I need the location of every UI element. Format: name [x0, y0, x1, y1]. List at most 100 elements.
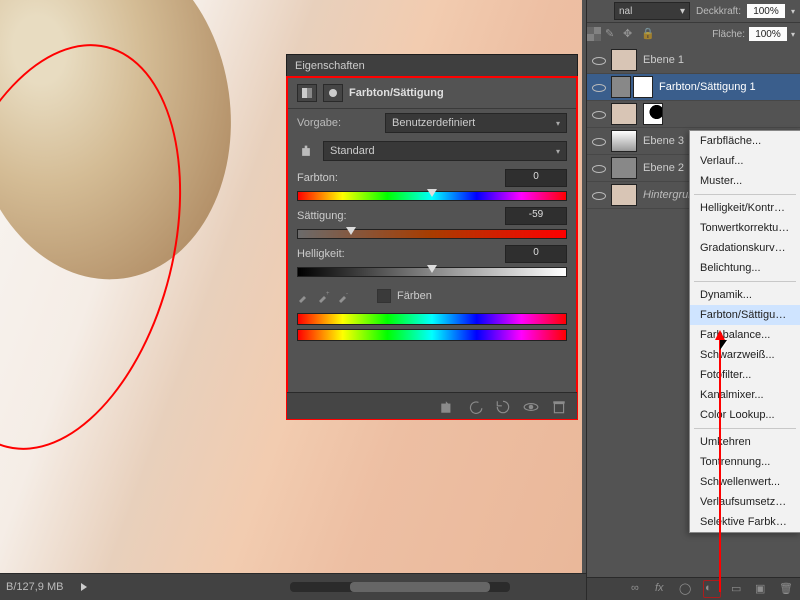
lock-move-icon[interactable]: ✥ — [623, 27, 637, 41]
properties-panel: Eigenschaften Farbton/Sättigung Vorgabe:… — [286, 54, 578, 420]
hue-slider[interactable] — [297, 191, 567, 203]
chevron-down-icon: ▾ — [680, 6, 685, 17]
trash-icon[interactable]: 🗑 — [779, 582, 793, 596]
adjustment-icon[interactable] — [297, 84, 317, 102]
adjustment-title: Farbton/Sättigung — [349, 87, 444, 99]
preset-dropdown[interactable]: Benutzerdefiniert ▾ — [385, 113, 567, 133]
eyedropper-plus-icon[interactable]: + — [317, 289, 331, 303]
layer-row[interactable]: Farbton/Sättigung 1 — [587, 74, 800, 101]
menu-item[interactable]: Dynamik... — [690, 285, 800, 305]
menu-item[interactable]: Tonwertkorrektur... — [690, 218, 800, 238]
menu-item[interactable]: Gradationskurven... — [690, 238, 800, 258]
menu-item[interactable]: Selektive Farbkorrektur... — [690, 512, 800, 532]
layer-thumb[interactable] — [611, 103, 637, 125]
visibility-toggle[interactable] — [591, 188, 605, 202]
menu-item[interactable]: Kanalmixer... — [690, 385, 800, 405]
chevron-down-icon[interactable]: ▾ — [791, 30, 795, 39]
finger-scrubby-icon[interactable] — [297, 143, 315, 159]
lock-all-icon[interactable]: 🔒 — [641, 27, 655, 41]
menu-item[interactable]: Schwellenwert... — [690, 472, 800, 492]
menu-item[interactable]: Umkehren — [690, 432, 800, 452]
menu-item[interactable]: Muster... — [690, 171, 800, 191]
layer-name[interactable]: Ebene 1 — [643, 54, 684, 66]
prev-state-icon[interactable] — [467, 399, 483, 413]
layers-footer: ∞ fx ◯ ◐ ▭ ▣ 🗑 — [587, 577, 800, 600]
clip-icon[interactable] — [439, 399, 455, 413]
layer-name[interactable]: Ebene 3 — [643, 135, 684, 147]
adjustment-thumb[interactable] — [611, 76, 631, 98]
menu-item[interactable]: Tontrennung... — [690, 452, 800, 472]
visibility-icon[interactable] — [523, 399, 539, 413]
layer-thumb[interactable] — [611, 130, 637, 152]
menu-item[interactable]: Verlaufsumsetzung... — [690, 492, 800, 512]
properties-tab[interactable]: Eigenschaften — [287, 55, 577, 78]
menu-item-hue-saturation[interactable]: Farbton/Sättigung... — [690, 305, 800, 325]
menu-item[interactable]: Fotofilter... — [690, 365, 800, 385]
adjustment-add-icon[interactable]: ◐ — [703, 580, 721, 598]
layer-thumb[interactable] — [611, 49, 637, 71]
menu-item[interactable]: Belichtung... — [690, 258, 800, 278]
saturation-label: Sättigung: — [297, 210, 347, 222]
chevron-down-icon: ▾ — [556, 119, 560, 128]
cursor-icon — [720, 340, 727, 350]
eyedropper-icon[interactable] — [297, 289, 311, 303]
visibility-toggle[interactable] — [591, 80, 605, 94]
blend-row: nal▾ Deckkraft: 100% ▾ — [587, 0, 800, 23]
menu-item[interactable]: Verlauf... — [690, 151, 800, 171]
colorize-checkbox[interactable] — [377, 289, 391, 303]
trash-icon[interactable] — [551, 399, 567, 413]
visibility-toggle[interactable] — [591, 53, 605, 67]
fx-icon[interactable]: fx — [655, 582, 669, 596]
eyedropper-minus-icon[interactable]: - — [337, 289, 351, 303]
h-scrollbar[interactable] — [290, 582, 510, 592]
menu-item[interactable]: Helligkeit/Kontrast... — [690, 198, 800, 218]
lock-transparent-icon[interactable] — [587, 27, 601, 41]
visibility-toggle[interactable] — [591, 107, 605, 121]
menu-item[interactable]: Color Lookup... — [690, 405, 800, 425]
lightness-slider[interactable] — [297, 267, 567, 279]
h-scrollbar-thumb[interactable] — [350, 582, 490, 592]
layer-name[interactable]: Farbton/Sättigung 1 — [659, 81, 756, 93]
chevron-down-icon: ▾ — [556, 147, 560, 156]
mask-view-icon[interactable] — [323, 84, 343, 102]
range-dropdown[interactable]: Standard ▾ — [323, 141, 567, 161]
saturation-input[interactable]: -59 — [505, 207, 567, 225]
spectrum-after — [297, 329, 567, 341]
hue-label: Farbton: — [297, 172, 338, 184]
saturation-slider[interactable] — [297, 229, 567, 241]
link-icon[interactable]: ∞ — [631, 582, 645, 596]
layer-name[interactable]: Ebene 2 — [643, 162, 684, 174]
opacity-input[interactable]: 100% — [747, 4, 785, 18]
fill-label: Fläche: — [712, 29, 745, 40]
lightness-thumb[interactable] — [427, 265, 437, 273]
lock-brush-icon[interactable]: ✎ — [605, 27, 619, 41]
hue-input[interactable]: 0 — [505, 169, 567, 187]
mask-add-icon[interactable]: ◯ — [679, 582, 693, 596]
play-icon[interactable] — [81, 583, 87, 591]
blend-mode-dropdown[interactable]: nal▾ — [614, 2, 690, 20]
svg-text:-: - — [346, 291, 348, 297]
fill-input[interactable]: 100% — [749, 27, 787, 41]
group-icon[interactable]: ▭ — [731, 582, 745, 596]
opacity-label: Deckkraft: — [696, 6, 741, 17]
visibility-toggle[interactable] — [591, 134, 605, 148]
layer-thumb[interactable] — [611, 157, 637, 179]
mask-thumb[interactable] — [633, 76, 653, 98]
menu-item[interactable]: Farbfläche... — [690, 131, 800, 151]
preset-value: Benutzerdefiniert — [392, 117, 475, 129]
menu-item[interactable]: Schwarzweiß... — [690, 345, 800, 365]
visibility-toggle[interactable] — [591, 161, 605, 175]
mask-thumb[interactable] — [643, 103, 663, 125]
layer-row[interactable]: Ebene 1 — [587, 47, 800, 74]
range-value: Standard — [330, 145, 375, 157]
chevron-down-icon[interactable]: ▾ — [791, 7, 795, 16]
reset-icon[interactable] — [495, 399, 511, 413]
menu-item[interactable]: Farbbalance... — [690, 325, 800, 345]
new-layer-icon[interactable]: ▣ — [755, 582, 769, 596]
lightness-input[interactable]: 0 — [505, 245, 567, 263]
saturation-thumb[interactable] — [346, 227, 356, 235]
layer-row[interactable] — [587, 101, 800, 128]
layer-thumb[interactable] — [611, 184, 637, 206]
lightness-label: Helligkeit: — [297, 248, 345, 260]
hue-thumb[interactable] — [427, 189, 437, 197]
